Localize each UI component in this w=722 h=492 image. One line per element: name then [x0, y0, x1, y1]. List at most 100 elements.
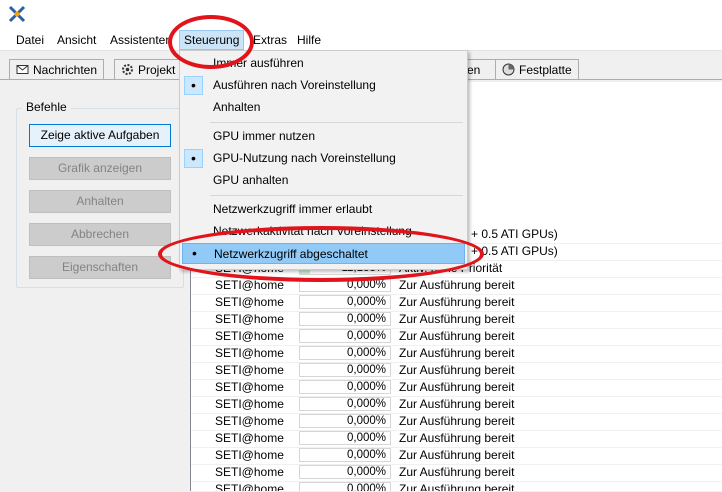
progress-bar: 0,000%	[299, 363, 391, 377]
table-row[interactable]: SETI@home 0,000% Zur Ausführung bereit	[191, 277, 722, 295]
task-status: Us + 0.5 ATI GPUs)	[453, 244, 558, 258]
task-status: Zur Ausführung bereit	[399, 295, 515, 309]
steuerung-dropdown-menu: Immer ausführen • Ausführen nach Voreinst…	[179, 50, 468, 270]
progress-text: 0,000%	[346, 432, 386, 444]
table-row[interactable]: SETI@home 0,000% Zur Ausführung bereit	[191, 396, 722, 414]
progress-text: 0,000%	[346, 364, 386, 376]
task-status: Zur Ausführung bereit	[399, 363, 515, 377]
check-dot-icon: •	[184, 149, 203, 168]
menu-assistenten[interactable]: Assistenten	[109, 32, 173, 48]
show-active-tasks-button[interactable]: Zeige aktive Aufgaben	[29, 124, 171, 147]
progress-bar: 0,000%	[299, 414, 391, 428]
menu-item-label: Netzwerkzugriff abgeschaltet	[214, 247, 368, 261]
menu-item-network-always[interactable]: Netzwerkzugriff immer erlaubt	[182, 199, 465, 220]
gear-icon	[122, 64, 133, 75]
menu-item-label: Netzwerkaktivität nach Voreinstellung	[213, 224, 412, 238]
table-row[interactable]: SETI@home 0,000% Zur Ausführung bereit	[191, 311, 722, 329]
tab-partial-label: en	[467, 63, 481, 77]
show-graphics-button[interactable]: Grafik anzeigen	[29, 157, 171, 180]
boinc-x-icon	[8, 5, 26, 23]
menu-item-label: GPU anhalten	[213, 173, 289, 187]
progress-text: 0,000%	[346, 483, 386, 491]
menu-extras[interactable]: Extras	[252, 32, 288, 48]
menu-separator	[210, 195, 463, 196]
progress-text: 0,000%	[346, 398, 386, 410]
menu-ansicht[interactable]: Ansicht	[56, 32, 97, 48]
progress-text: 0,000%	[346, 279, 386, 291]
table-row[interactable]: SETI@home 0,000% Zur Ausführung bereit	[191, 362, 722, 380]
title-bar	[0, 0, 722, 30]
progress-bar: 0,000%	[299, 448, 391, 462]
menu-bar: Datei Ansicht Assistenten Steuerung Extr…	[0, 30, 722, 51]
progress-text: 0,000%	[346, 330, 386, 342]
task-project: SETI@home	[215, 431, 284, 445]
menu-hilfe[interactable]: Hilfe	[296, 32, 322, 48]
menu-item-label: Netzwerkzugriff immer erlaubt	[213, 202, 373, 216]
task-status: Zur Ausführung bereit	[399, 346, 515, 360]
properties-button[interactable]: Eigenschaften	[29, 256, 171, 279]
task-status: Zur Ausführung bereit	[399, 414, 515, 428]
task-project: SETI@home	[215, 363, 284, 377]
menu-datei[interactable]: Datei	[15, 32, 45, 48]
tab-nachrichten-label: Nachrichten	[33, 63, 98, 77]
menu-item-label: Anhalten	[213, 100, 261, 114]
menu-item-network-based-on-preferences[interactable]: Netzwerkaktivität nach Voreinstellung	[182, 221, 465, 242]
task-status: Zur Ausführung bereit	[399, 397, 515, 411]
progress-bar: 0,000%	[299, 329, 391, 343]
table-row[interactable]: SETI@home 0,000% Zur Ausführung bereit	[191, 379, 722, 397]
table-row[interactable]: SETI@home 0,000% Zur Ausführung bereit	[191, 430, 722, 448]
task-status: Zur Ausführung bereit	[399, 448, 515, 462]
table-row[interactable]: SETI@home 0,000% Zur Ausführung bereit	[191, 345, 722, 363]
tab-nachrichten[interactable]: Nachrichten	[9, 59, 105, 80]
menu-item-gpu-suspend[interactable]: GPU anhalten	[182, 170, 465, 191]
progress-text: 0,000%	[346, 296, 386, 308]
task-status: Zur Ausführung bereit	[399, 431, 515, 445]
table-row[interactable]: SETI@home 0,000% Zur Ausführung bereit	[191, 413, 722, 431]
progress-text: 0,000%	[346, 415, 386, 427]
menu-item-gpu-based-on-preferences[interactable]: • GPU-Nutzung nach Voreinstellung	[182, 148, 465, 169]
task-project: SETI@home	[215, 465, 284, 479]
menu-separator	[210, 122, 463, 123]
check-dot-icon: •	[184, 76, 203, 95]
tab-festplatte[interactable]: Festplatte	[495, 59, 579, 80]
progress-text: 0,000%	[346, 347, 386, 359]
check-dot-icon: •	[192, 245, 197, 261]
table-row[interactable]: SETI@home 0,000% Zur Ausführung bereit	[191, 328, 722, 346]
task-project: SETI@home	[215, 346, 284, 360]
tab-festplatte-label: Festplatte	[519, 63, 572, 77]
tab-projekte[interactable]: Projekt	[114, 59, 186, 80]
tab-projekte-label: Projekt	[138, 63, 176, 77]
menu-item-label: Ausführen nach Voreinstellung	[213, 78, 376, 92]
progress-bar: 0,000%	[299, 465, 391, 479]
progress-text: 0,000%	[346, 381, 386, 393]
progress-bar: 0,000%	[299, 397, 391, 411]
progress-bar: 0,000%	[299, 312, 391, 326]
task-status: Zur Ausführung bereit	[399, 380, 515, 394]
progress-bar: 0,000%	[299, 380, 391, 394]
task-project: SETI@home	[215, 380, 284, 394]
menu-item-suspend[interactable]: Anhalten	[182, 97, 465, 118]
suspend-button[interactable]: Anhalten	[29, 190, 171, 213]
menu-item-network-suspend[interactable]: • Netzwerkzugriff abgeschaltet	[182, 243, 465, 264]
task-status: Zur Ausführung bereit	[399, 329, 515, 343]
task-project: SETI@home	[215, 278, 284, 292]
progress-text: 0,000%	[346, 449, 386, 461]
menu-steuerung[interactable]: Steuerung	[179, 30, 245, 50]
progress-text: 0,000%	[346, 313, 386, 325]
task-project: SETI@home	[215, 312, 284, 326]
commands-group-title: Befehle	[22, 100, 71, 114]
menu-item-label: GPU-Nutzung nach Voreinstellung	[213, 151, 396, 165]
menu-item-gpu-always[interactable]: GPU immer nutzen	[182, 126, 465, 147]
menu-item-run-based-on-preferences[interactable]: • Ausführen nach Voreinstellung	[182, 75, 465, 96]
table-row[interactable]: SETI@home 0,000% Zur Ausführung bereit	[191, 464, 722, 482]
task-status: Zur Ausführung bereit	[399, 465, 515, 479]
progress-bar: 0,000%	[299, 346, 391, 360]
abort-button[interactable]: Abbrechen	[29, 223, 171, 246]
progress-bar: 0,000%	[299, 295, 391, 309]
mail-icon	[16, 65, 29, 74]
menu-item-run-always[interactable]: Immer ausführen	[182, 53, 465, 74]
table-row[interactable]: SETI@home 0,000% Zur Ausführung bereit	[191, 447, 722, 465]
table-row[interactable]: SETI@home 0,000% Zur Ausführung bereit	[191, 481, 722, 491]
progress-bar: 0,000%	[299, 278, 391, 292]
table-row[interactable]: SETI@home 0,000% Zur Ausführung bereit	[191, 294, 722, 312]
